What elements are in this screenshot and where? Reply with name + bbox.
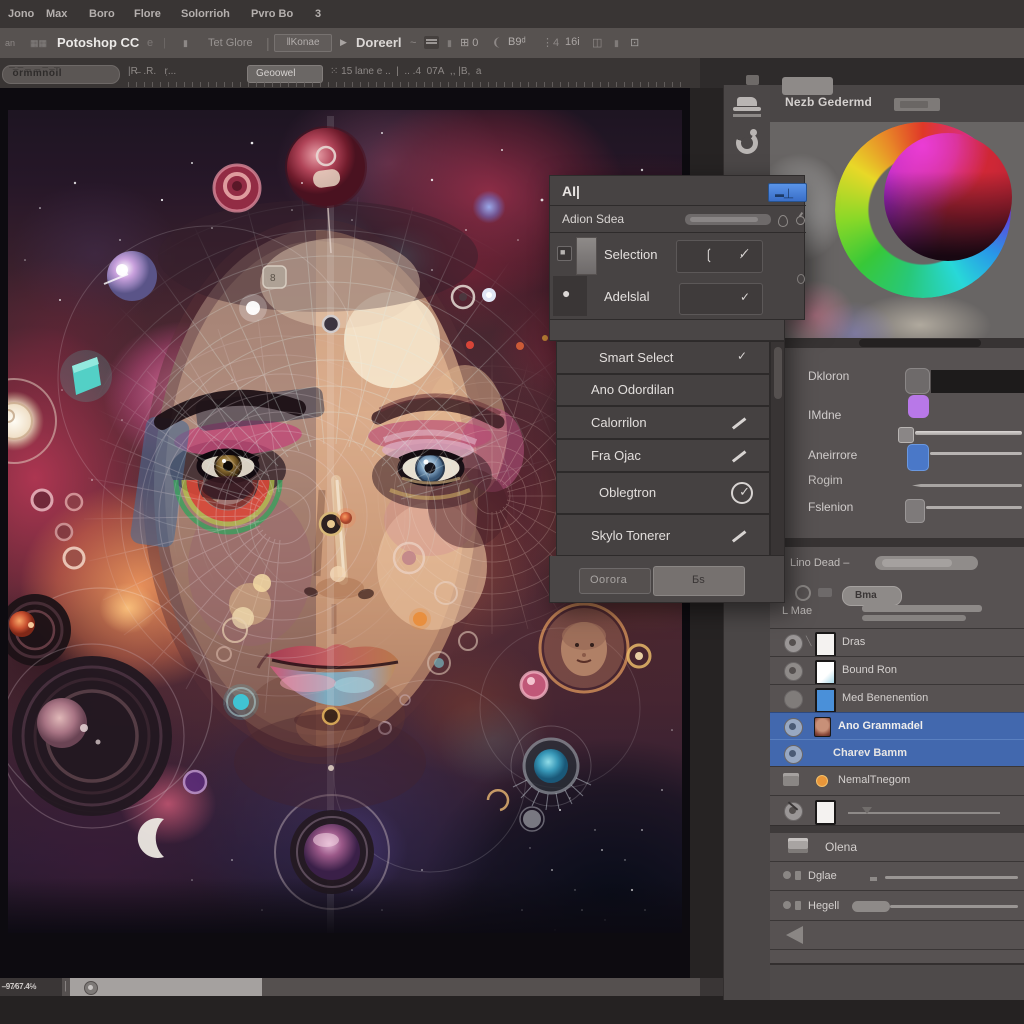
svg-text:8: 8 [270, 273, 276, 284]
